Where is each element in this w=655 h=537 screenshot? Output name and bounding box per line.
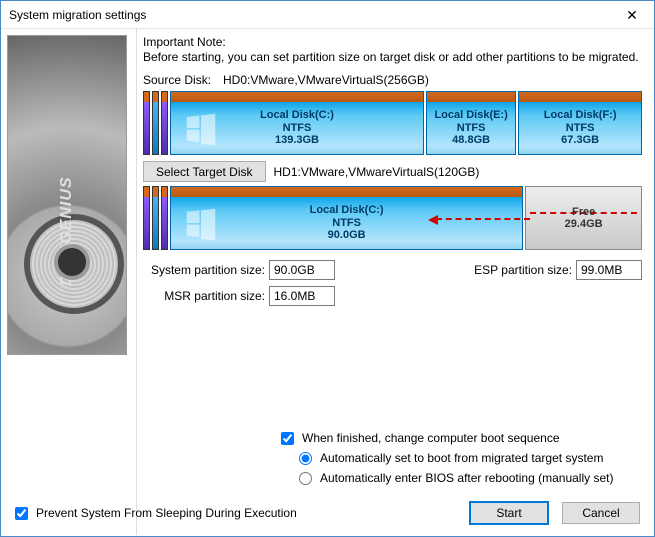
hidden-partition[interactable]	[161, 91, 168, 155]
source-disk-value: HD0:VMware,VMwareVirtualS(256GB)	[223, 73, 429, 87]
note-title: Important Note:	[143, 35, 642, 49]
partition-size: 90.0GB	[328, 229, 366, 242]
change-boot-label: When finished, change computer boot sequ…	[302, 429, 560, 447]
partition-size: 67.3GB	[561, 134, 599, 147]
source-disk-bar: Local Disk(C:) NTFS 139.3GB Local Disk(E…	[143, 91, 642, 155]
esp-size-label: ESP partition size:	[474, 263, 576, 277]
main-pane: Important Note: Before starting, you can…	[136, 29, 654, 535]
select-target-disk-button[interactable]: Select Target Disk	[143, 161, 266, 182]
hidden-partition[interactable]	[152, 91, 159, 155]
hidden-partition[interactable]	[161, 186, 168, 250]
boot-bios-radio[interactable]	[299, 472, 312, 485]
boot-bios-label: Automatically enter BIOS after rebooting…	[320, 469, 613, 487]
system-size-input[interactable]	[269, 260, 335, 280]
window-title: System migration settings	[9, 8, 610, 22]
system-size-label: System partition size:	[143, 263, 269, 277]
hdd-image: DISKGENIUS	[7, 35, 127, 355]
boot-auto-label: Automatically set to boot from migrated …	[320, 449, 603, 467]
partition-name: Local Disk(C:)	[310, 204, 384, 217]
prevent-sleep-label: Prevent System From Sleeping During Exec…	[36, 504, 297, 522]
partition-size: 48.8GB	[452, 134, 490, 147]
free-label: Free	[572, 206, 595, 218]
start-button[interactable]: Start	[470, 502, 548, 524]
source-partition-e[interactable]: Local Disk(E:) NTFS 48.8GB	[426, 91, 516, 155]
close-button[interactable]: ✕	[610, 1, 654, 29]
partition-name: Local Disk(C:)	[260, 109, 334, 122]
target-disk-value: HD1:VMware,VMwareVirtualS(120GB)	[274, 165, 480, 179]
hidden-partition[interactable]	[143, 91, 150, 155]
partition-name: Local Disk(E:)	[434, 109, 507, 122]
resize-arrow-icon	[436, 218, 530, 220]
partition-fs: NTFS	[283, 122, 312, 135]
partition-fs: NTFS	[332, 217, 361, 230]
source-partition-c[interactable]: Local Disk(C:) NTFS 139.3GB	[170, 91, 424, 155]
free-size: 29.4GB	[526, 218, 641, 230]
partition-fs: NTFS	[566, 122, 595, 135]
migration-dialog: System migration settings ✕ DISKGENIUS I…	[0, 0, 655, 537]
windows-icon	[171, 102, 231, 154]
hidden-partition[interactable]	[152, 186, 159, 250]
target-disk-bar: Local Disk(C:) NTFS 90.0GB Free 29.4GB	[143, 186, 642, 250]
source-disk-label: Source Disk:	[143, 73, 223, 87]
msr-size-input[interactable]	[269, 286, 335, 306]
titlebar: System migration settings ✕	[1, 1, 654, 29]
note-text: Before starting, you can set partition s…	[143, 50, 642, 65]
source-partition-f[interactable]: Local Disk(F:) NTFS 67.3GB	[518, 91, 642, 155]
partition-fs: NTFS	[457, 122, 486, 135]
boot-auto-radio[interactable]	[299, 452, 312, 465]
target-free-space[interactable]: Free 29.4GB	[525, 186, 642, 250]
cancel-button[interactable]: Cancel	[562, 502, 640, 524]
esp-size-input[interactable]	[576, 260, 642, 280]
prevent-sleep-checkbox[interactable]	[15, 507, 28, 520]
brand-label: DISKGENIUS	[58, 176, 76, 286]
msr-size-label: MSR partition size:	[143, 289, 269, 303]
hidden-partition[interactable]	[143, 186, 150, 250]
partition-size: 139.3GB	[275, 134, 319, 147]
change-boot-checkbox[interactable]	[281, 432, 294, 445]
bottom-bar: Prevent System From Sleeping During Exec…	[1, 492, 654, 536]
left-pane: DISKGENIUS	[1, 29, 136, 535]
partition-name: Local Disk(F:)	[544, 109, 617, 122]
windows-icon	[171, 197, 231, 249]
